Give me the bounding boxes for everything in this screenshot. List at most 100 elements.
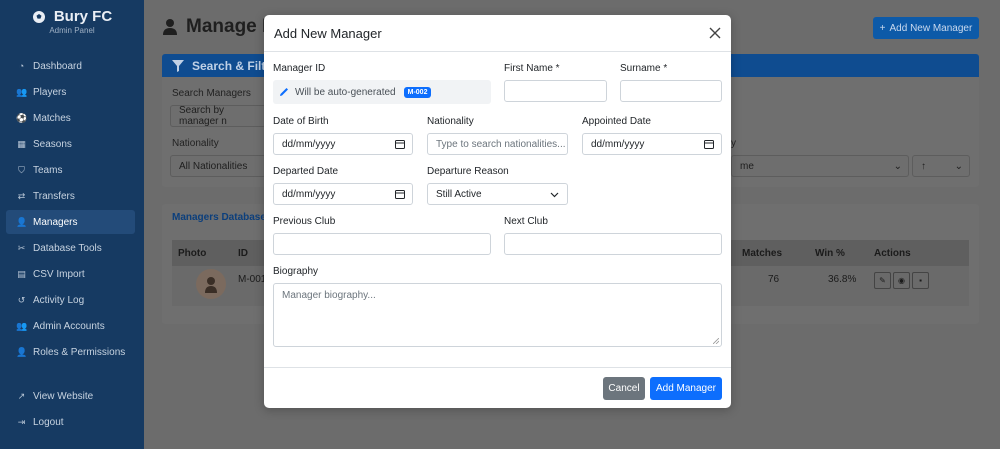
appointed-date-input[interactable]: dd/mm/yyyy <box>582 133 722 155</box>
logout-icon: ⇥ <box>17 416 26 427</box>
avatar <box>196 269 226 299</box>
nationality-filter-select[interactable]: All Nationalities <box>170 155 266 177</box>
sidebar-item-activity-log[interactable]: ↺ Activity Log <box>6 288 135 312</box>
cancel-button[interactable]: Cancel <box>603 377 645 400</box>
auto-generated-text: Will be auto-generated <box>295 86 396 98</box>
pencil-icon <box>280 88 288 96</box>
sidebar-item-roles-permissions[interactable]: 👤 Roles & Permissions <box>6 340 135 364</box>
database-title: Managers Database ( <box>172 212 273 223</box>
sidebar-item-admin-accounts[interactable]: 👥 Admin Accounts <box>6 314 135 338</box>
history-icon: ↺ <box>17 294 26 305</box>
next-club-input[interactable] <box>504 233 722 255</box>
add-manager-button[interactable]: Add Manager <box>650 377 722 400</box>
surname-input[interactable] <box>620 80 722 102</box>
previous-club-input[interactable] <box>273 233 491 255</box>
dob-label: Date of Birth <box>273 116 329 127</box>
sidebar-item-label: CSV Import <box>33 268 85 280</box>
col-id: ID <box>238 248 248 259</box>
manager-id-label: Manager ID <box>273 63 326 74</box>
departure-reason-label: Departure Reason <box>427 166 509 177</box>
edit-button[interactable]: ✎ <box>874 272 891 289</box>
row-win: 36.8% <box>828 274 857 285</box>
sidebar-item-players[interactable]: 👥 Players <box>6 80 135 104</box>
football-icon: ⚽ <box>16 112 28 123</box>
sidebar-item-matches[interactable]: ⚽ Matches <box>6 106 135 130</box>
sidebar-item-label: Dashboard <box>33 60 82 72</box>
next-club-label: Next Club <box>504 216 548 227</box>
first-name-input[interactable] <box>504 80 607 102</box>
shield-icon: ⛉ <box>18 164 25 175</box>
edit-icon: ✎ <box>879 276 886 285</box>
dob-input[interactable]: dd/mm/yyyy <box>273 133 413 155</box>
departure-reason-select[interactable]: Still Active <box>427 183 568 205</box>
gauge-icon: ◔ <box>18 60 25 71</box>
manager-photo-icon <box>205 277 217 293</box>
sidebar-item-csv-import[interactable]: ▤ CSV Import <box>6 262 135 286</box>
sort-label: y <box>731 138 736 149</box>
external-link-icon: ↗ <box>17 390 26 401</box>
sidebar-item-dashboard[interactable]: ◔ Dashboard <box>6 54 135 78</box>
sidebar-item-label: Activity Log <box>33 294 85 306</box>
sidebar-item-managers[interactable]: 👤 Managers <box>6 210 135 234</box>
close-button[interactable] <box>707 25 723 41</box>
sidebar-item-label: Teams <box>33 164 63 176</box>
add-new-manager-label: Add New Manager <box>889 22 973 34</box>
sidebar-item-transfers[interactable]: ⇄ Transfers <box>6 184 135 208</box>
calendar-icon: ▦ <box>17 138 26 149</box>
appointed-date-label: Appointed Date <box>582 116 651 127</box>
sidebar-item-label: Seasons <box>33 138 72 150</box>
sidebar-item-view-website[interactable]: ↗ View Website <box>6 384 135 408</box>
add-new-manager-button[interactable]: + Add New Manager <box>873 17 979 39</box>
exchange-icon: ⇄ <box>17 190 26 201</box>
sidebar-item-seasons[interactable]: ▦ Seasons <box>6 132 135 156</box>
nationality-filter-label: Nationality <box>172 138 219 149</box>
file-csv-icon: ▤ <box>17 268 26 279</box>
surname-label: Surname * <box>620 63 668 74</box>
sidebar-bottom: ↗ View Website ⇥ Logout <box>0 384 144 436</box>
first-name-label: First Name * <box>504 63 560 74</box>
sidebar-item-label: Matches <box>33 112 71 124</box>
brand-subtitle: Admin Panel <box>49 26 95 35</box>
chevron-down-icon: ⌄ <box>954 160 963 172</box>
plus-icon: + <box>879 22 886 34</box>
filter-icon <box>172 59 184 72</box>
col-photo: Photo <box>178 248 207 259</box>
search-input[interactable]: Search by manager n <box>170 105 266 127</box>
sidebar-item-label: Players <box>33 86 67 98</box>
row-matches: 76 <box>768 274 780 285</box>
sort-select[interactable]: me ⌄ <box>731 155 909 177</box>
brand-name: Bury FC <box>53 8 113 25</box>
col-win: Win % <box>815 248 845 259</box>
col-actions: Actions <box>874 248 911 259</box>
sidebar-item-logout[interactable]: ⇥ Logout <box>6 410 135 434</box>
biography-textarea[interactable]: Manager biography... <box>273 283 722 347</box>
users-icon: 👥 <box>16 86 28 97</box>
view-button[interactable]: ◉ <box>893 272 910 289</box>
sort-value: me <box>740 160 754 172</box>
departed-placeholder: dd/mm/yyyy <box>282 188 336 200</box>
add-manager-modal: Add New Manager Manager ID Will be auto-… <box>264 15 731 408</box>
user-tie-icon <box>163 19 177 35</box>
departed-date-input[interactable]: dd/mm/yyyy <box>273 183 413 205</box>
calendar-icon[interactable] <box>704 139 714 149</box>
calendar-icon[interactable] <box>395 139 405 149</box>
tools-icon: ✂ <box>17 242 26 253</box>
calendar-icon[interactable] <box>395 189 405 199</box>
id-badge: M-002 <box>403 86 432 98</box>
filter-title: Search & Filte <box>192 58 273 73</box>
users-cog-icon: 👥 <box>16 320 28 331</box>
delete-button[interactable]: ▪ <box>912 272 929 289</box>
page-title: Manage M <box>162 16 278 38</box>
departed-date-label: Departed Date <box>273 166 339 177</box>
order-select[interactable]: ↑ ⌄ <box>912 155 970 177</box>
sidebar-item-database-tools[interactable]: ✂ Database Tools <box>6 236 135 260</box>
chevron-down-icon: ⌄ <box>893 160 902 172</box>
user-tie-icon: 👤 <box>16 216 28 227</box>
nationality-input[interactable]: Type to search nationalities... <box>427 133 568 155</box>
sidebar-nav: ◔ Dashboard 👥 Players ⚽ Matches ▦ Seasons ⛉ T… <box>0 54 144 364</box>
modal-header: Add New Manager <box>264 15 731 52</box>
brand: Bury FC Admin Panel <box>0 0 144 44</box>
search-label: Search Managers <box>172 88 251 99</box>
resize-handle-icon[interactable] <box>713 338 719 344</box>
sidebar-item-teams[interactable]: ⛉ Teams <box>6 158 135 182</box>
